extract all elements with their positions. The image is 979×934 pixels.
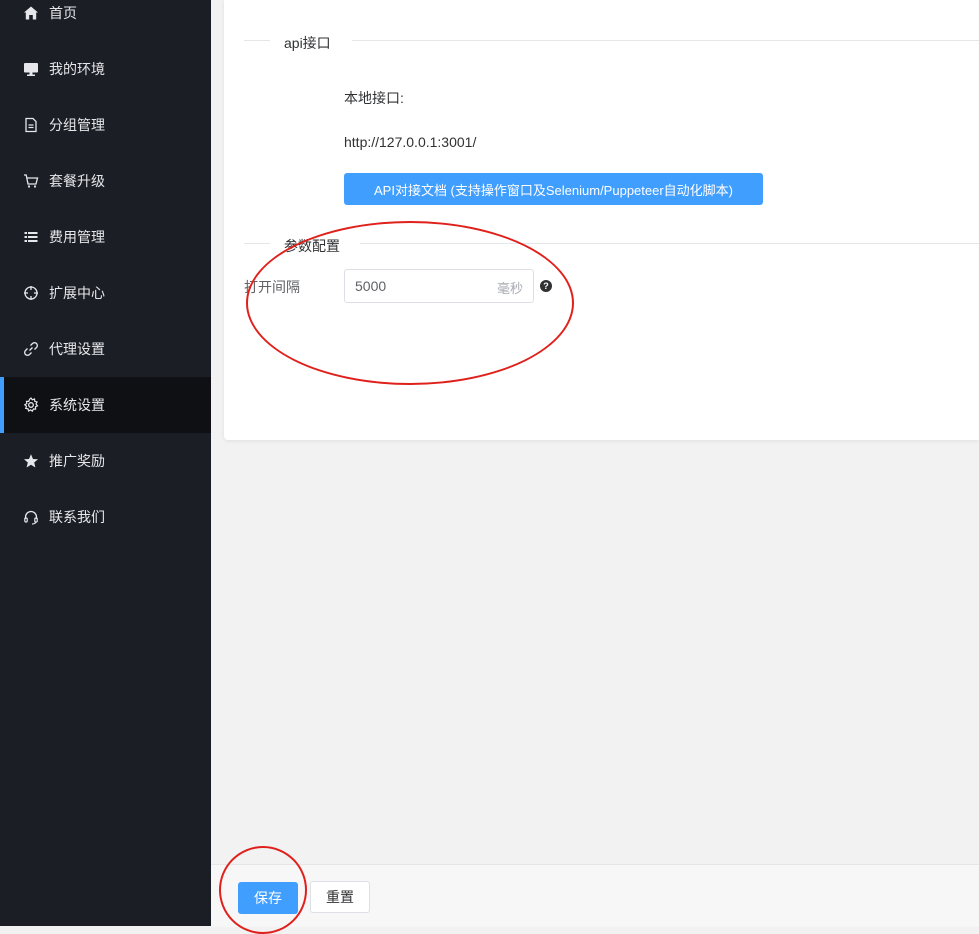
list-icon [22,228,40,246]
api-section-title: api接口 [284,33,331,53]
sidebar: 首页 我的环境 分组管理 套餐升级 费用管理 扩展中心 代理设置 系统设置 推广… [0,0,211,926]
sidebar-item-label: 扩展中心 [49,285,105,301]
help-icon[interactable]: ? [540,280,552,292]
sidebar-item-label: 我的环境 [49,61,105,77]
sidebar-item-referral[interactable]: 推广奖励 [0,433,211,489]
monitor-icon [22,60,40,78]
sidebar-item-billing[interactable]: 费用管理 [0,209,211,265]
document-icon [22,116,40,134]
section-divider [244,40,270,41]
sidebar-item-environment[interactable]: 我的环境 [0,41,211,97]
section-divider [244,243,270,244]
sidebar-item-label: 推广奖励 [49,453,105,469]
sidebar-item-system-settings[interactable]: 系统设置 [0,377,211,433]
local-api-url: http://127.0.0.1:3001/ [344,134,477,150]
sidebar-item-label: 系统设置 [49,397,105,413]
sidebar-item-label: 代理设置 [49,341,105,357]
interval-input-wrapper: 毫秒 [344,269,534,303]
interval-unit: 毫秒 [496,281,523,296]
sidebar-item-proxy[interactable]: 代理设置 [0,321,211,377]
sidebar-item-home[interactable]: 首页 [0,0,211,41]
save-button[interactable]: 保存 [238,882,298,914]
local-api-label: 本地接口: [344,90,404,106]
sidebar-item-label: 联系我们 [49,509,105,525]
sidebar-item-label: 套餐升级 [49,173,105,189]
sidebar-item-label: 分组管理 [49,117,105,133]
section-divider [360,243,979,244]
sidebar-item-groups[interactable]: 分组管理 [0,97,211,153]
crosshair-icon [22,284,40,302]
gear-icon [22,396,40,414]
star-icon [22,452,40,470]
sidebar-item-upgrade[interactable]: 套餐升级 [0,153,211,209]
params-section-title: 参数配置 [284,236,340,256]
link-icon [22,340,40,358]
home-icon [22,4,40,22]
reset-button[interactable]: 重置 [310,881,370,913]
section-divider [352,40,979,41]
settings-card: api接口 本地接口: http://127.0.0.1:3001/ API对接… [224,0,979,440]
cart-icon [22,172,40,190]
sidebar-item-label: 费用管理 [49,229,105,245]
sidebar-item-contact[interactable]: 联系我们 [0,489,211,545]
footer-bar: 保存 重置 [211,864,979,927]
sidebar-item-label: 首页 [49,5,77,21]
headset-icon [22,508,40,526]
api-docs-button[interactable]: API对接文档 (支持操作窗口及Selenium/Puppeteer自动化脚本) [344,173,763,205]
interval-label: 打开间隔 [244,279,300,295]
sidebar-item-extensions[interactable]: 扩展中心 [0,265,211,321]
interval-input[interactable] [345,270,495,302]
